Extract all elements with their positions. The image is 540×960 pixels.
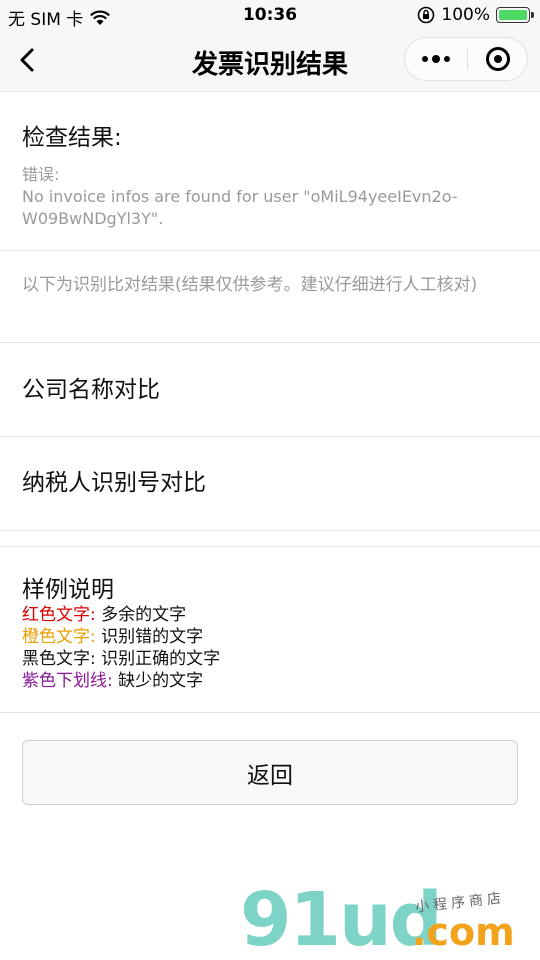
target-close-icon[interactable]: [468, 38, 528, 80]
legend-desc: 识别正确的文字: [101, 649, 221, 669]
divider: [0, 436, 540, 437]
watermark-tld: .com: [412, 910, 515, 954]
legend-label-red: 红色文字:: [22, 605, 96, 625]
legend-desc: 缺少的文字: [118, 671, 204, 691]
legend-title: 样例说明: [22, 577, 114, 603]
taxpayer-id-compare[interactable]: 纳税人识别号对比: [22, 463, 206, 497]
capsule-menu: [404, 37, 528, 81]
legend-item: 黑色文字: 识别正确的文字: [22, 648, 220, 670]
error-label: 错误:: [22, 165, 60, 184]
legend-item: 紫色下划线: 缺少的文字: [22, 670, 203, 692]
status-bar: 无 SIM 卡 10:36 100%: [0, 0, 540, 30]
battery-icon: [496, 7, 534, 23]
legend-label-orange: 橙色文字:: [22, 627, 96, 647]
back-button[interactable]: 返回: [22, 740, 518, 805]
legend-desc: 识别错的文字: [101, 627, 204, 647]
divider: [0, 530, 540, 531]
company-name-compare[interactable]: 公司名称对比: [22, 370, 160, 404]
divider: [0, 712, 540, 713]
error-message: No invoice infos are found for user "oMi…: [22, 187, 458, 228]
status-right: 100%: [417, 5, 534, 25]
orientation-lock-icon: [418, 6, 435, 24]
legend-label-black: 黑色文字:: [22, 649, 96, 669]
legend-item: 红色文字: 多余的文字: [22, 604, 186, 626]
battery-percent: 100%: [441, 5, 490, 25]
watermark-main: 91ud: [240, 877, 443, 960]
error-block: 错误: No invoice infos are found for user …: [22, 164, 522, 230]
nav-bar: 发票识别结果: [0, 30, 540, 92]
divider: [0, 342, 540, 343]
divider: [0, 546, 540, 547]
legend-label-purple: 紫色下划线:: [22, 671, 113, 691]
check-result-title: 检查结果:: [22, 125, 122, 151]
divider: [0, 250, 540, 251]
watermark-logo: 91ud 小程序商店 .com: [240, 880, 540, 960]
comparison-note: 以下为识别比对结果(结果仅供参考。建议仔细进行人工核对): [22, 275, 478, 295]
legend-item: 橙色文字: 识别错的文字: [22, 626, 203, 648]
legend-desc: 多余的文字: [101, 605, 187, 625]
more-dots-icon[interactable]: [405, 38, 467, 80]
